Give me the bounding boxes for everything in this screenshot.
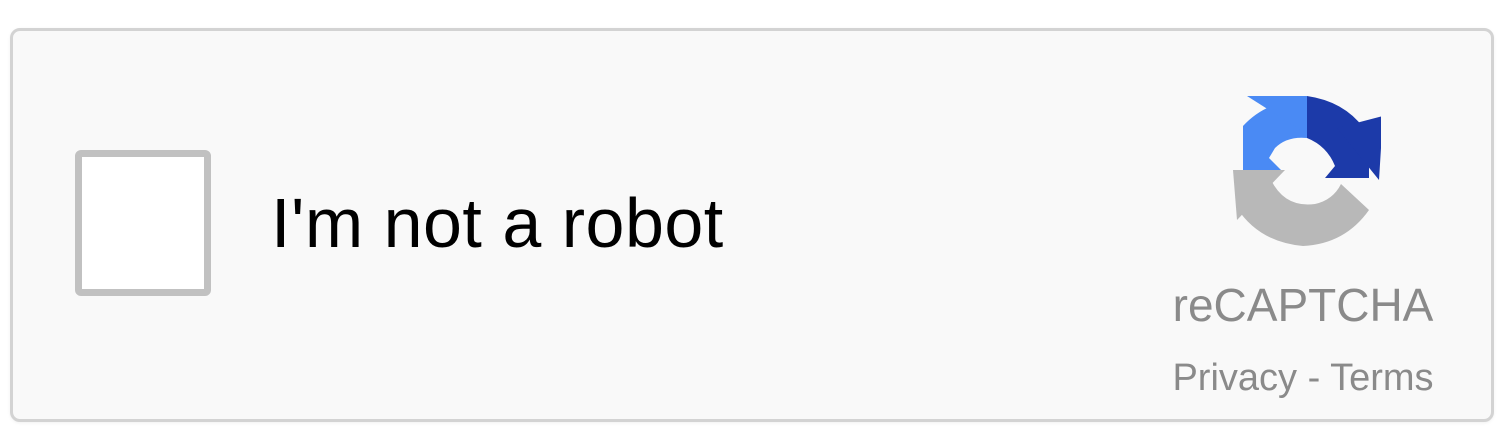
recaptcha-widget: I'm not a robot reCAPTCHA Privacy - Term… <box>10 28 1494 422</box>
privacy-link[interactable]: Privacy <box>1172 357 1297 399</box>
links-separator: - <box>1297 357 1331 399</box>
terms-link[interactable]: Terms <box>1330 357 1433 399</box>
footer-links: Privacy - Terms <box>1143 355 1463 401</box>
not-robot-checkbox[interactable] <box>75 150 211 296</box>
recaptcha-logo-icon <box>1233 96 1381 246</box>
checkbox-label: I'm not a robot <box>271 184 724 262</box>
recaptcha-brand-text: reCAPTCHA <box>1172 279 1434 331</box>
